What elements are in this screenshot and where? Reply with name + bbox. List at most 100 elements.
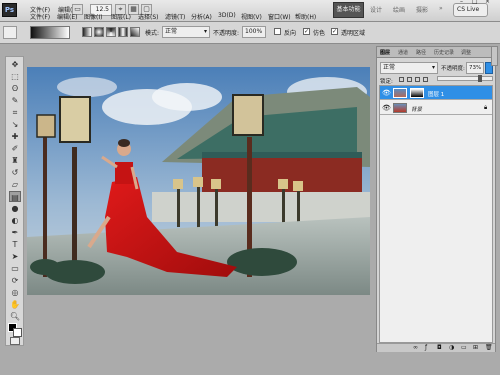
quick-select-tool-icon[interactable]: ✎ [9, 95, 21, 106]
options-bar: 模式: 正常 ▾ 不透明度: 100% 反向 ✓ 仿色 ✓ 透明区域 [0, 22, 500, 44]
diamond-gradient-icon[interactable] [130, 27, 140, 37]
angle-gradient-icon[interactable] [106, 27, 116, 37]
workspace-painting[interactable]: 绘画 [393, 5, 405, 14]
eye-icon[interactable]: 👁︎ [382, 89, 391, 97]
cs-live-button[interactable]: CS Live [453, 3, 488, 17]
panel-collapse-strip[interactable] [491, 46, 498, 66]
eye-icon[interactable]: 👁︎ [382, 104, 391, 112]
mode-value: 正常 [165, 28, 178, 35]
shape-tool-icon[interactable]: ▭ [9, 263, 21, 274]
tab-layers[interactable]: 图层 [380, 49, 390, 57]
link-layers-icon[interactable]: ∞ [413, 344, 418, 351]
marquee-tool-icon[interactable]: ⬚ [9, 71, 21, 82]
lock-all-icon[interactable] [423, 77, 428, 82]
blend-mode-select[interactable]: 正常 ▾ [380, 62, 438, 74]
photo-forbidden-city-red-dress [27, 67, 370, 295]
menu-layer[interactable]: 图层(L) [111, 12, 131, 21]
tab-channels[interactable]: 通道 [398, 49, 408, 57]
document-canvas[interactable] [27, 67, 370, 295]
move-tool-icon[interactable]: ✥ [9, 59, 21, 70]
menu-filter[interactable]: 滤镜(T) [165, 12, 185, 21]
new-group-icon[interactable]: ▭ [461, 344, 467, 351]
gradient-tool-icon[interactable]: ▤ [9, 191, 21, 202]
menu-3d[interactable]: 3D(D) [218, 12, 236, 19]
healing-brush-tool-icon[interactable]: ✚ [9, 131, 21, 142]
dodge-tool-icon[interactable]: ◐ [9, 215, 21, 226]
tools-panel: ✥ ⬚ ʘ ✎ ⌗ ↘ ✚ ✐ ♜ ↺ ▱ ▤ ● ◐ ✒ T ➤ ▭ ⟳ ◎ … [5, 56, 24, 346]
opacity-slider[interactable] [437, 75, 493, 82]
crop-tool-icon[interactable]: ⌗ [9, 107, 21, 118]
tab-paths[interactable]: 路径 [416, 49, 426, 57]
zoom-tool-icon[interactable]: 🔍︎ [9, 311, 21, 322]
layer-row[interactable]: 👁︎ 背景 🔒︎ [380, 101, 492, 115]
dither-label: 仿色 [313, 30, 326, 37]
lasso-tool-icon[interactable]: ʘ [9, 83, 21, 94]
tab-history[interactable]: 历史记录 [434, 49, 454, 57]
workspace-more-button[interactable]: » [439, 5, 443, 12]
layer-mask-thumbnail[interactable] [410, 88, 424, 98]
reflected-gradient-icon[interactable] [118, 27, 128, 37]
brush-tool-icon[interactable]: ✐ [9, 143, 21, 154]
gradient-tool-preset-icon[interactable] [3, 26, 17, 39]
workspace-photography[interactable]: 摄影 [416, 5, 428, 14]
maximize-button[interactable]: □ [472, 0, 478, 8]
menu-help[interactable]: 帮助(H) [295, 12, 316, 21]
layer-opacity-label: 不透明度: [441, 66, 465, 72]
menu-view[interactable]: 视图(V) [241, 12, 262, 21]
transparency-checkbox[interactable]: ✓ [331, 28, 338, 35]
opacity-slider-thumb[interactable] [478, 75, 482, 82]
adjustment-layer-icon[interactable]: ◑ [449, 344, 454, 351]
layer-thumbnail [393, 103, 407, 113]
pen-tool-icon[interactable]: ✒ [9, 227, 21, 238]
layer-row-selected[interactable]: 👁︎ 图层 1 [380, 86, 492, 100]
gradient-picker[interactable] [30, 26, 70, 39]
layer-name[interactable]: 图层 1 [428, 90, 444, 98]
3d-rotate-tool-icon[interactable]: ⟳ [9, 275, 21, 286]
menu-analysis[interactable]: 分析(A) [191, 12, 212, 21]
add-mask-icon[interactable]: ◘ [437, 344, 442, 351]
radial-gradient-icon[interactable] [94, 27, 104, 37]
opacity-label: 不透明度: [213, 30, 240, 37]
path-selection-tool-icon[interactable]: ➤ [9, 251, 21, 262]
blur-tool-icon[interactable]: ● [9, 203, 21, 214]
menu-select[interactable]: 选择(S) [138, 12, 159, 21]
3d-camera-tool-icon[interactable]: ◎ [9, 287, 21, 298]
layer-name[interactable]: 背景 [411, 105, 422, 113]
layer-style-icon[interactable]: ƒ [425, 344, 427, 351]
type-tool-icon[interactable]: T [9, 239, 21, 250]
hand-tool-icon[interactable]: ✋ [9, 299, 21, 310]
trash-icon[interactable]: 🗑︎ [485, 344, 493, 351]
layers-list: 👁︎ 图层 1 👁︎ 背景 🔒︎ [379, 85, 493, 343]
workspace-design[interactable]: 设计 [370, 5, 382, 14]
menu-file[interactable]: 文件(F) [30, 12, 50, 21]
reverse-label: 反向 [284, 30, 297, 37]
layer-opacity-input[interactable]: 73% [466, 62, 484, 74]
background-color-swatch[interactable] [13, 328, 22, 337]
menu-window[interactable]: 窗口(W) [268, 12, 291, 21]
new-layer-icon[interactable]: ⊞ [473, 344, 478, 351]
lock-pixels-icon[interactable] [407, 77, 412, 82]
panel-footer: ∞ ƒ ◘ ◑ ▭ ⊞ 🗑︎ [377, 343, 495, 352]
close-button[interactable]: × [485, 0, 490, 8]
quick-mask-icon[interactable] [10, 337, 20, 345]
workspace-essentials[interactable]: 基本功能 [333, 2, 364, 18]
history-brush-tool-icon[interactable]: ↺ [9, 167, 21, 178]
menu-row: 文件(F) 编辑(E) 图像(I) 图层(L) 选择(S) 滤镜(T) 分析(A… [0, 12, 330, 22]
eraser-tool-icon[interactable]: ▱ [9, 179, 21, 190]
minimize-button[interactable]: – [460, 0, 463, 8]
menu-image[interactable]: 图像(I) [84, 12, 102, 21]
dither-checkbox[interactable]: ✓ [303, 28, 310, 35]
chevron-down-icon: ▾ [203, 28, 207, 35]
lock-transparent-icon[interactable] [399, 77, 404, 82]
lock-label: 锁定: [380, 79, 393, 85]
transparency-label: 透明区域 [341, 30, 366, 37]
linear-gradient-icon[interactable] [82, 27, 92, 37]
tab-adjustments[interactable]: 调整 [461, 49, 471, 57]
reverse-checkbox[interactable] [274, 28, 281, 35]
mode-select[interactable]: 正常 ▾ [162, 26, 210, 38]
eyedropper-tool-icon[interactable]: ↘ [9, 119, 21, 130]
menu-edit[interactable]: 编辑(E) [57, 12, 77, 21]
lock-position-icon[interactable] [415, 77, 420, 82]
clone-stamp-tool-icon[interactable]: ♜ [9, 155, 21, 166]
opacity-input[interactable]: 100% [242, 26, 266, 38]
